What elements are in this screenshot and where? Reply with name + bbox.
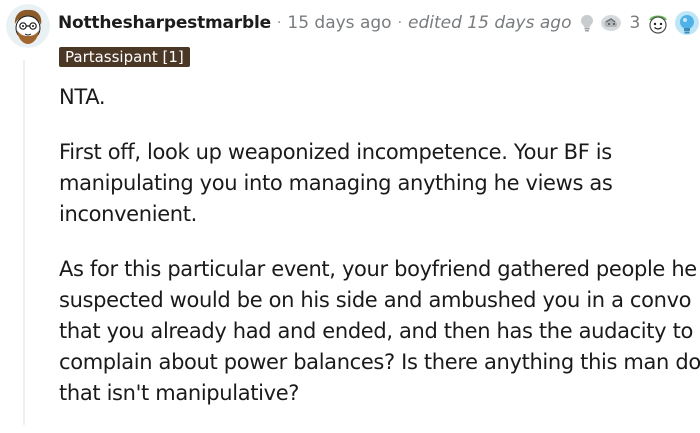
paragraph-line: manipulating you into managing anything …	[59, 171, 613, 195]
helpful-lightbulb-icon[interactable]	[579, 13, 595, 33]
comment-body: NTA. First off, look up weaponized incom…	[59, 82, 700, 433]
paragraph-line: NTA.	[59, 85, 106, 109]
user-flair[interactable]: Partassipant [1]	[59, 47, 190, 67]
comment-meta: Notthesharpestmarble · 15 days ago · edi…	[58, 10, 700, 36]
separator-dot: ·	[276, 15, 282, 31]
paragraph-line: suspected would be on his side and ambus…	[59, 288, 692, 312]
timestamp-link[interactable]: 15 days ago	[287, 13, 391, 33]
wholesome-face-icon[interactable]	[646, 12, 670, 34]
user-avatar[interactable]	[6, 4, 50, 48]
comment-paragraph: As for this particular event, your boyfr…	[59, 254, 700, 409]
comment: Notthesharpestmarble · 15 days ago · edi…	[0, 0, 700, 425]
avatar-snoo-icon	[6, 4, 50, 48]
thread-line[interactable]	[23, 60, 25, 425]
comment-paragraph: NTA.	[59, 82, 700, 113]
paragraph-line: First off, look up weaponized incompeten…	[59, 140, 612, 164]
lightbulb-glow-icon[interactable]	[674, 8, 700, 38]
paragraph-line: that you already had and ended, and then…	[59, 319, 693, 343]
edited-label: edited 15 days ago	[408, 13, 572, 33]
paragraph-line: inconvenient.	[59, 202, 197, 226]
awards-count: 3	[629, 13, 641, 33]
comment-paragraph: First off, look up weaponized incompeten…	[59, 137, 700, 230]
paragraph-line: As for this particular event, your boyfr…	[59, 257, 697, 281]
paragraph-line: that isn't manipulative?	[59, 381, 300, 405]
paragraph-line: complain about power balances? Is there …	[59, 350, 700, 374]
separator-dot: ·	[397, 15, 403, 31]
awards-row[interactable]: 3	[579, 8, 700, 38]
silver-award-icon[interactable]	[599, 13, 623, 33]
username-link[interactable]: Notthesharpestmarble	[58, 13, 271, 33]
